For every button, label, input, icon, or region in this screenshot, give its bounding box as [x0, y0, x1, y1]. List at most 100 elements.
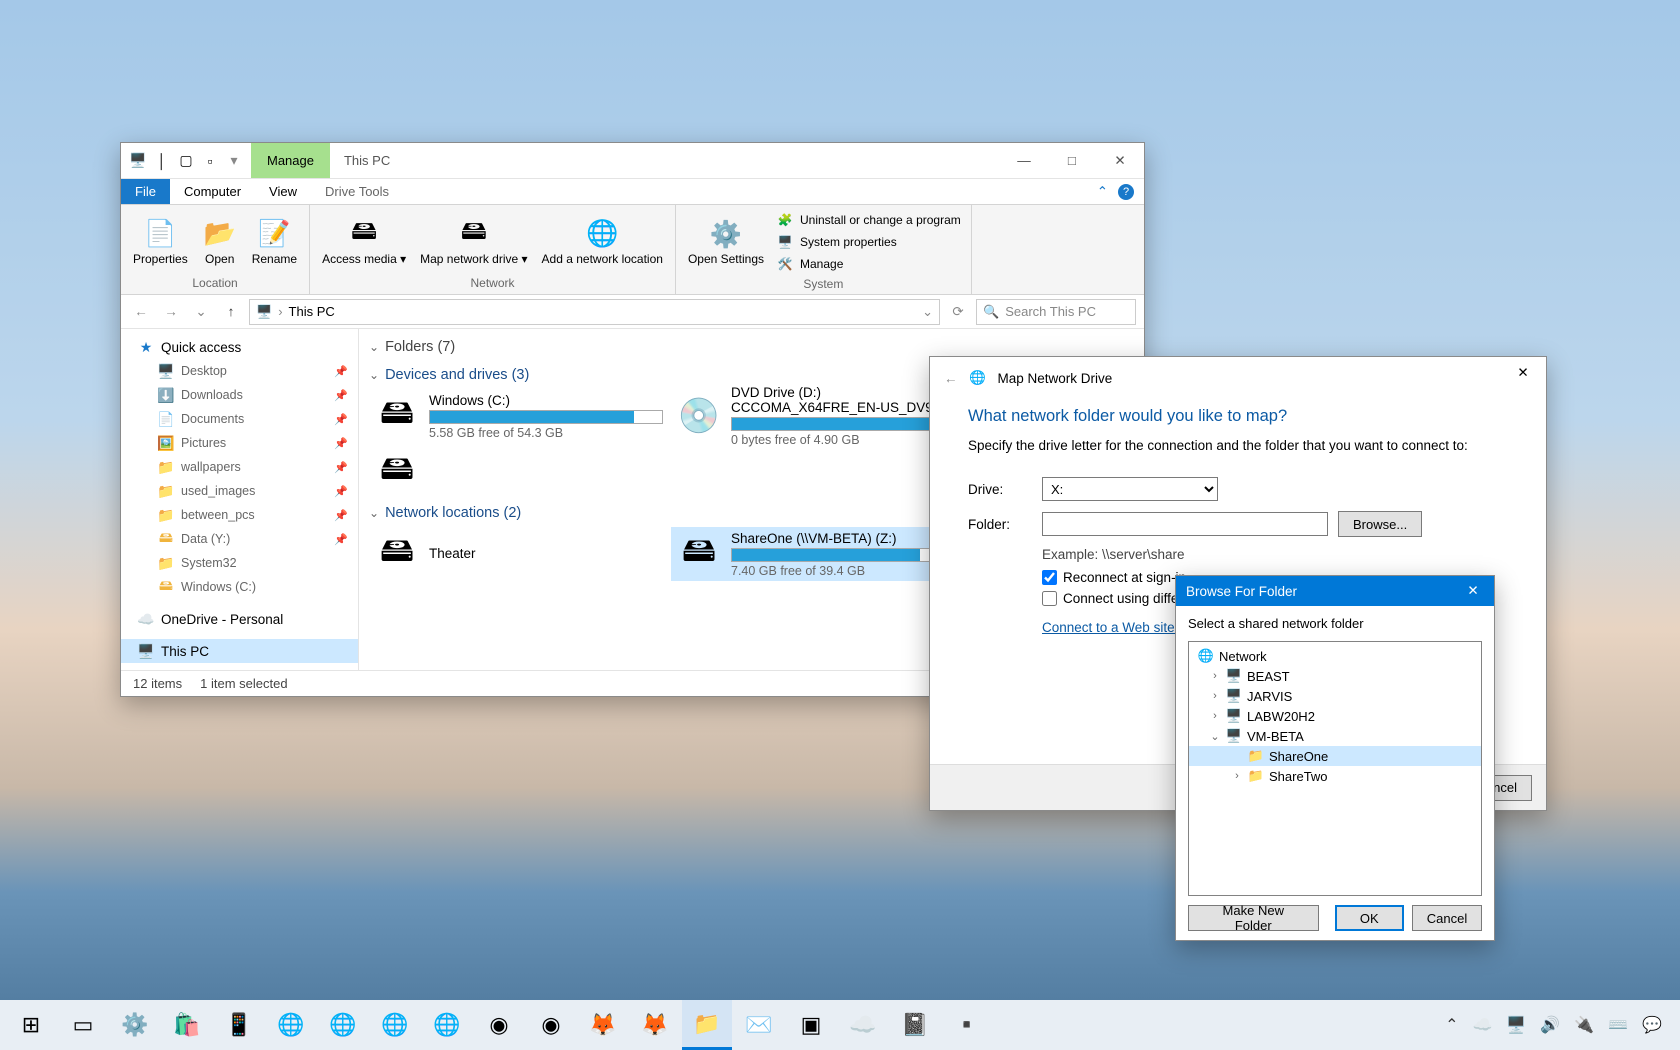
- browse-button[interactable]: Browse...: [1338, 511, 1422, 537]
- wizard-back-button[interactable]: ←: [944, 371, 958, 386]
- edge-canary-icon[interactable]: 🌐: [422, 1000, 472, 1050]
- phone-icon[interactable]: 📱: [214, 1000, 264, 1050]
- tray-chevron-up-icon[interactable]: ⌃: [1445, 1015, 1458, 1035]
- netloc-item[interactable]: 🖴Theater: [369, 527, 669, 581]
- start-button[interactable]: ⊞: [6, 1000, 56, 1050]
- system-properties-button[interactable]: 🖥️System properties: [772, 231, 965, 253]
- nav-item-desktop[interactable]: 🖥️Desktop📌: [121, 359, 358, 383]
- tree-network-root[interactable]: 🌐Network: [1189, 646, 1481, 666]
- help-icon[interactable]: ?: [1118, 184, 1134, 200]
- properties-button[interactable]: 📄Properties: [127, 209, 194, 274]
- tree-share-shareone[interactable]: 📁ShareOne: [1189, 746, 1481, 766]
- chrome-canary-icon[interactable]: ◉: [526, 1000, 576, 1050]
- tree-host-jarvis[interactable]: ›🖥️JARVIS: [1189, 686, 1481, 706]
- tray-volume-icon[interactable]: 🔊: [1540, 1015, 1560, 1035]
- rename-button[interactable]: 📝Rename: [246, 209, 303, 274]
- nav-item-between_pcs[interactable]: 📁between_pcs📌: [121, 503, 358, 527]
- settings-icon[interactable]: ⚙️: [110, 1000, 160, 1050]
- manage-button[interactable]: 🛠️Manage: [772, 253, 965, 275]
- drive-select[interactable]: X:: [1042, 477, 1218, 501]
- nav-thispc[interactable]: 🖥️This PC: [121, 639, 358, 663]
- nav-back-button[interactable]: ←: [129, 300, 153, 324]
- qat-dropdown-icon[interactable]: ▾: [225, 152, 243, 170]
- open-button[interactable]: 📂Open: [196, 209, 244, 274]
- close-button[interactable]: ✕: [1096, 143, 1144, 179]
- maximize-button[interactable]: □: [1048, 143, 1096, 179]
- nav-item-downloads[interactable]: ⬇️Downloads📌: [121, 383, 358, 407]
- edge-beta-icon[interactable]: 🌐: [318, 1000, 368, 1050]
- tray-input-icon[interactable]: ⌨️: [1608, 1015, 1628, 1035]
- browse-cancel-button[interactable]: Cancel: [1412, 905, 1482, 931]
- expand-icon[interactable]: ›: [1209, 690, 1221, 702]
- ribbon-tab-file[interactable]: File: [121, 179, 170, 204]
- address-box[interactable]: 🖥️ › This PC ⌄: [249, 299, 940, 325]
- nav-onedrive[interactable]: ☁️OneDrive - Personal: [121, 607, 358, 631]
- different-credentials-checkbox[interactable]: [1042, 591, 1057, 606]
- folder-input[interactable]: [1042, 512, 1328, 536]
- search-box[interactable]: 🔍 Search This PC: [976, 299, 1136, 325]
- wizard-close-button[interactable]: ✕: [1500, 357, 1546, 389]
- drive-item[interactable]: 💿DVD Drive (D:) CCCOMA_X64FRE_EN-US_DV90…: [671, 389, 971, 443]
- breadcrumb-thispc[interactable]: This PC: [289, 304, 335, 319]
- tray-notifications-icon[interactable]: 💬: [1642, 1015, 1662, 1035]
- ribbon-collapse[interactable]: ⌃?: [1097, 179, 1144, 204]
- breadcrumb-chevron[interactable]: ›: [278, 304, 282, 319]
- open-settings-button[interactable]: ⚙️Open Settings: [682, 209, 770, 275]
- expand-icon[interactable]: ›: [1209, 710, 1221, 722]
- nav-quick-access[interactable]: ★Quick access: [121, 335, 358, 359]
- ribbon-ctx-manage[interactable]: Manage: [251, 143, 330, 178]
- ok-button[interactable]: OK: [1335, 905, 1404, 931]
- nav-item-pictures[interactable]: 🖼️Pictures📌: [121, 431, 358, 455]
- firefox-icon[interactable]: 🦊: [578, 1000, 628, 1050]
- tray-network-icon[interactable]: 🖥️: [1506, 1015, 1526, 1035]
- uninstall-program-button[interactable]: 🧩Uninstall or change a program: [772, 209, 965, 231]
- nav-item-used_images[interactable]: 📁used_images📌: [121, 479, 358, 503]
- ribbon-tab-drivetools[interactable]: Drive Tools: [311, 179, 403, 204]
- nav-recent-button[interactable]: ⌄: [189, 300, 213, 324]
- browse-close-button[interactable]: ✕: [1452, 576, 1494, 606]
- expand-icon[interactable]: ›: [1209, 670, 1221, 682]
- collapse-icon[interactable]: ⌄: [1209, 730, 1221, 743]
- tree-host-vm-beta[interactable]: ⌄🖥️VM-BETA: [1189, 726, 1481, 746]
- nav-up-button[interactable]: ↑: [219, 300, 243, 324]
- nav-item-wallpapers[interactable]: 📁wallpapers📌: [121, 455, 358, 479]
- folder-tree[interactable]: 🌐Network ›🖥️BEAST›🖥️JARVIS›🖥️LABW20H2⌄🖥️…: [1188, 641, 1482, 896]
- tray-power-icon[interactable]: 🔌: [1574, 1015, 1594, 1035]
- ribbon-tab-computer[interactable]: Computer: [170, 179, 255, 204]
- map-network-drive-button[interactable]: 🖴Map network drive ▾: [414, 209, 533, 274]
- tree-host-labw20h2[interactable]: ›🖥️LABW20H2: [1189, 706, 1481, 726]
- nav-item-system32[interactable]: 📁System32: [121, 551, 358, 575]
- notepad-icon[interactable]: 📓: [890, 1000, 940, 1050]
- explorer-taskbar-icon[interactable]: 📁: [682, 1000, 732, 1050]
- add-network-location-button[interactable]: 🌐Add a network location: [536, 209, 669, 274]
- ribbon-tab-view[interactable]: View: [255, 179, 311, 204]
- edge-icon[interactable]: 🌐: [266, 1000, 316, 1050]
- drive-item[interactable]: 🖴: [369, 445, 669, 499]
- tray-onedrive-icon[interactable]: ☁️: [1472, 1015, 1492, 1035]
- netloc-item[interactable]: 🖴ShareOne (\\VM-BETA) (Z:)7.40 GB free o…: [671, 527, 971, 581]
- reconnect-checkbox[interactable]: [1042, 570, 1057, 585]
- tree-share-sharetwo[interactable]: ›📁ShareTwo: [1189, 766, 1481, 786]
- onedrive-taskbar-icon[interactable]: ☁️: [838, 1000, 888, 1050]
- refresh-button[interactable]: ⟳: [946, 300, 970, 324]
- terminal-icon[interactable]: ▣: [786, 1000, 836, 1050]
- access-media-button[interactable]: 🖴Access media ▾: [316, 209, 412, 274]
- edge-dev-icon[interactable]: 🌐: [370, 1000, 420, 1050]
- nav-forward-button[interactable]: →: [159, 300, 183, 324]
- store-icon[interactable]: 🛍️: [162, 1000, 212, 1050]
- nav-item-windows (c:)[interactable]: 🖴Windows (C:): [121, 575, 358, 599]
- cmd-icon[interactable]: ▪️: [942, 1000, 992, 1050]
- nav-item-data (y:)[interactable]: 🖴Data (Y:)📌: [121, 527, 358, 551]
- qat-new-icon[interactable]: ▫: [201, 152, 219, 170]
- chrome-icon[interactable]: ◉: [474, 1000, 524, 1050]
- address-dropdown-icon[interactable]: ⌄: [922, 304, 933, 320]
- nav-item-documents[interactable]: 📄Documents📌: [121, 407, 358, 431]
- expand-icon[interactable]: ›: [1231, 770, 1243, 782]
- make-new-folder-button[interactable]: Make New Folder: [1188, 905, 1319, 931]
- taskview-button[interactable]: ▭: [58, 1000, 108, 1050]
- minimize-button[interactable]: ―: [1000, 143, 1048, 179]
- qat-props-icon[interactable]: ▢: [177, 152, 195, 170]
- firefox-dev-icon[interactable]: 🦊: [630, 1000, 680, 1050]
- mail-icon[interactable]: ✉️: [734, 1000, 784, 1050]
- tree-host-beast[interactable]: ›🖥️BEAST: [1189, 666, 1481, 686]
